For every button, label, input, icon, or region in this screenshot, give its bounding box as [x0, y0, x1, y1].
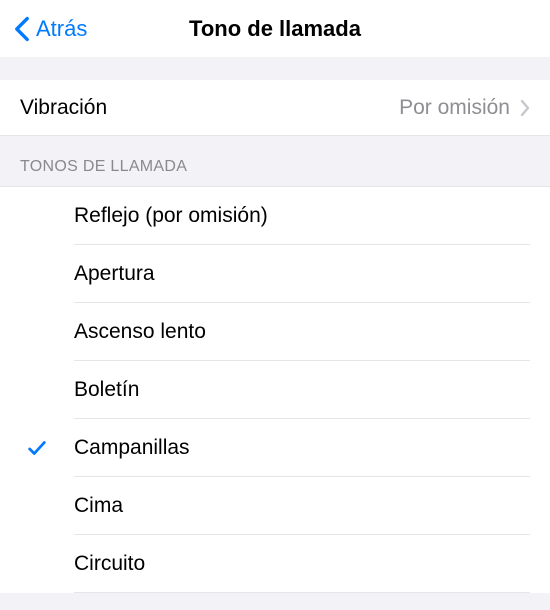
ringtone-row[interactable]: Apertura [0, 245, 550, 303]
ringtone-label: Apertura [74, 262, 155, 286]
vibration-group: Vibración Por omisión [0, 80, 550, 136]
ringtone-row[interactable]: Cima [0, 477, 550, 535]
ringtone-row[interactable]: Circuito [0, 535, 550, 593]
ringtone-label: Reflejo (por omisión) [74, 204, 268, 228]
ringtone-row[interactable]: Campanillas [0, 419, 550, 477]
navigation-bar: Atrás Tono de llamada [0, 0, 550, 58]
ringtone-row[interactable]: Boletín [0, 361, 550, 419]
ringtone-row[interactable]: Reflejo (por omisión) [0, 187, 550, 245]
ringtone-label: Ascenso lento [74, 320, 206, 344]
row-body: Reflejo (por omisión) [74, 187, 530, 245]
chevron-right-icon [520, 99, 530, 117]
vibration-label: Vibración [20, 96, 399, 120]
vibration-cell[interactable]: Vibración Por omisión [0, 80, 550, 136]
chevron-left-icon [14, 16, 30, 42]
ringtone-label: Circuito [74, 552, 145, 576]
ringtone-label: Campanillas [74, 436, 190, 460]
vibration-value: Por omisión [399, 96, 510, 120]
checkmark-slot [0, 437, 74, 459]
section-header-tones: TONOS DE LLAMADA [0, 136, 550, 186]
spacer [0, 58, 550, 80]
row-body: Ascenso lento [74, 303, 530, 361]
checkmark-icon [26, 437, 48, 459]
row-body: Circuito [74, 535, 530, 593]
ringtone-label: Cima [74, 494, 123, 518]
row-body: Boletín [74, 361, 530, 419]
row-body: Cima [74, 477, 530, 535]
back-label: Atrás [36, 16, 87, 42]
ringtone-list: Reflejo (por omisión) Apertura Ascenso len… [0, 186, 550, 593]
ringtone-row[interactable]: Ascenso lento [0, 303, 550, 361]
ringtone-label: Boletín [74, 378, 139, 402]
row-body: Campanillas [74, 419, 530, 477]
row-body: Apertura [74, 245, 530, 303]
back-button[interactable]: Atrás [0, 16, 87, 42]
